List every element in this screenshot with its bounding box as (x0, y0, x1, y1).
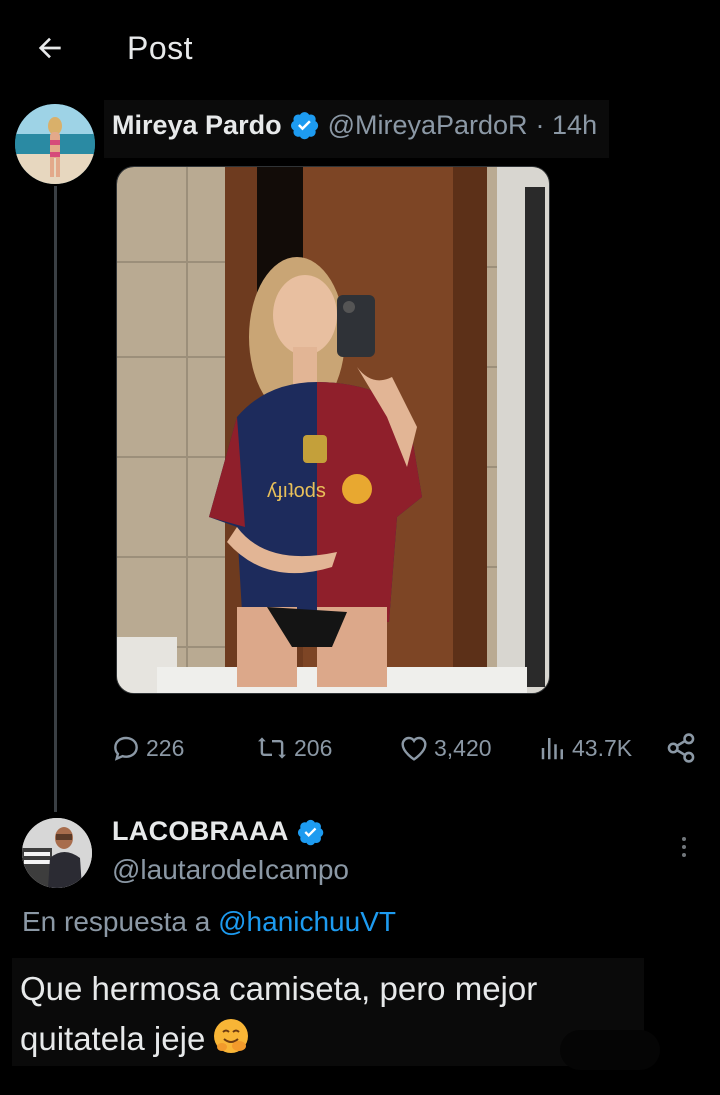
reply-avatar[interactable] (22, 818, 92, 888)
thread-connector-line (54, 186, 57, 812)
timestamp[interactable]: · 14h (536, 110, 598, 141)
like-count: 3,420 (434, 734, 492, 761)
replying-to-mention[interactable]: @hanichuuVT (218, 906, 396, 937)
svg-text:ʎɟıʇods: ʎɟıʇods (267, 480, 326, 502)
retweet-count: 206 (294, 734, 333, 761)
tweet-photo[interactable]: ʎɟıʇods (116, 166, 550, 694)
author-name[interactable]: Mireya Pardo (112, 110, 282, 141)
background-shape (560, 1030, 660, 1070)
top-bar: Post (0, 0, 720, 96)
page-title: Post (127, 30, 194, 66)
verified-badge-icon (290, 112, 318, 140)
avatar[interactable] (15, 104, 95, 184)
reply-body: Que hermosa camiseta, pero mejor quitate… (12, 958, 644, 1066)
verified-badge-icon (297, 819, 323, 845)
more-options-button[interactable] (670, 832, 698, 862)
reply-author-handle[interactable]: @lautarodeIcampo (112, 854, 349, 886)
reply-icon (114, 736, 138, 761)
reply-text: Que hermosa camiseta, pero mejor quitate… (20, 970, 538, 1057)
reply-count: 226 (146, 734, 185, 761)
share-button[interactable] (664, 728, 698, 768)
views-button[interactable]: 43.7K (538, 728, 632, 768)
like-button[interactable]: 3,420 (398, 728, 492, 768)
back-button[interactable] (30, 28, 70, 68)
author-handle[interactable]: @MireyaPardoR (328, 110, 528, 141)
like-icon (401, 736, 427, 761)
reply-name-row: LACOBRAAA (112, 816, 325, 847)
hugging-face-icon (214, 1019, 249, 1053)
share-icon (667, 733, 695, 763)
reply-author-name[interactable]: LACOBRAAA (112, 816, 289, 847)
replying-to-label: En respuesta a (22, 906, 211, 937)
retweet-icon (258, 737, 286, 759)
views-count: 43.7K (572, 734, 633, 761)
retweet-button[interactable]: 206 (254, 728, 332, 768)
tweet-actions-bar: 226 206 3,420 43.7K (110, 728, 710, 768)
reply-button[interactable]: 226 (110, 728, 184, 768)
views-icon (541, 738, 563, 760)
tweet-header: Mireya Pardo @MireyaPardoR · 14h (104, 100, 610, 158)
replying-to-line: En respuesta a @hanichuuVT (22, 906, 396, 938)
arrow-left-icon (38, 37, 61, 59)
